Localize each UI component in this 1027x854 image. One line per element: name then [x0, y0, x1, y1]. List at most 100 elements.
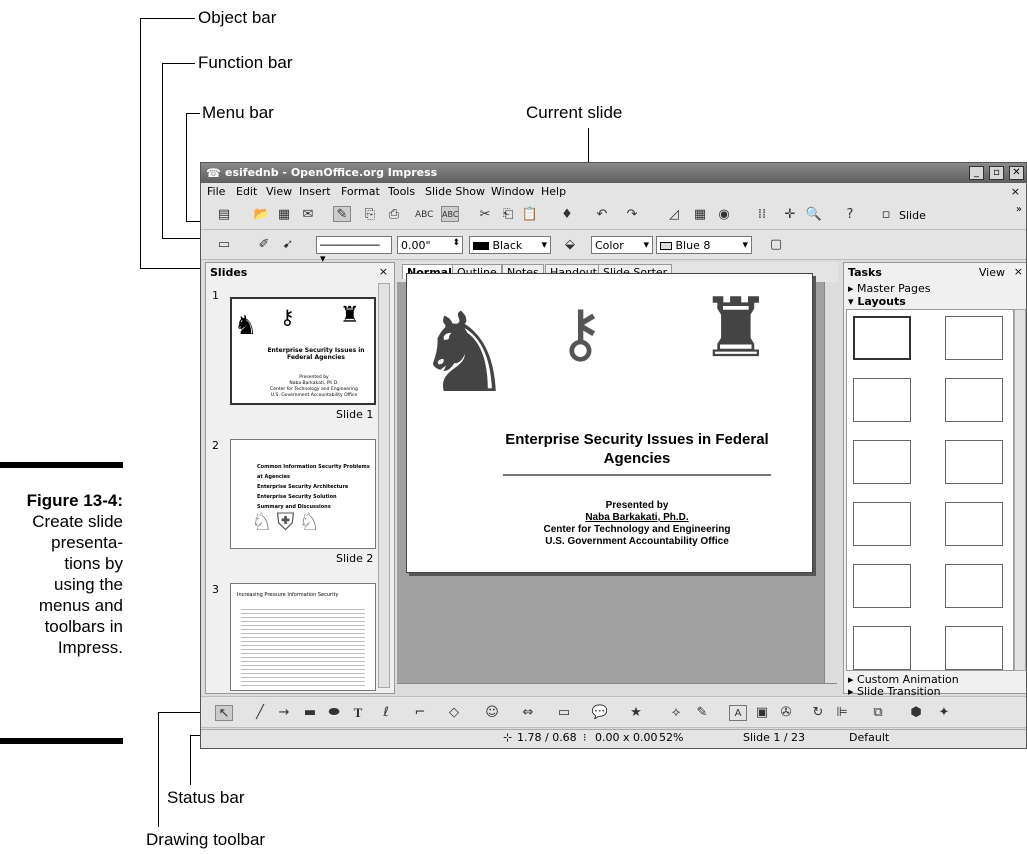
- close-icon[interactable]: ✕: [1009, 166, 1024, 180]
- points-icon[interactable]: ⟡: [667, 705, 685, 721]
- ellipse-icon[interactable]: ⬬: [325, 705, 343, 721]
- chart-icon[interactable]: ◿: [665, 207, 683, 223]
- menu-window[interactable]: Window: [491, 185, 534, 198]
- line-tool-icon[interactable]: ╱: [251, 705, 269, 721]
- menu-format[interactable]: Format: [341, 185, 380, 198]
- layout-centered-text[interactable]: [945, 440, 1003, 484]
- new-slide-icon[interactable]: ▫: [877, 207, 895, 223]
- layout-title-two-content[interactable]: [945, 378, 1003, 422]
- minimize-icon[interactable]: _: [969, 166, 984, 180]
- from-file-icon[interactable]: ▣: [753, 705, 771, 721]
- fill-color-select[interactable]: Blue 8 ▾: [656, 236, 752, 254]
- block-arrows-icon[interactable]: ⇔: [519, 705, 537, 721]
- close-document-icon[interactable]: ×: [1011, 185, 1020, 198]
- arrange-icon[interactable]: ⧉: [869, 705, 887, 721]
- menu-slide-show[interactable]: Slide Show: [425, 185, 485, 198]
- slides-pane-close-icon[interactable]: ×: [379, 265, 388, 278]
- helplines-icon[interactable]: ✛: [781, 207, 799, 223]
- menu-file[interactable]: File: [207, 185, 225, 198]
- paste-icon[interactable]: 📋: [521, 207, 539, 223]
- navigator-icon[interactable]: ◉: [715, 207, 733, 223]
- copy-icon[interactable]: ⎗: [499, 207, 517, 223]
- export-pdf-icon[interactable]: ⎘: [361, 207, 379, 223]
- extrusion-icon[interactable]: ✦: [935, 705, 953, 721]
- fontwork-icon[interactable]: A: [729, 705, 747, 721]
- toolbar-overflow-icon[interactable]: »: [1016, 204, 1022, 215]
- arrow-style-icon[interactable]: ➹: [279, 237, 297, 253]
- save-icon[interactable]: ▦: [275, 207, 293, 223]
- gallery-icon[interactable]: ✇: [777, 705, 795, 721]
- status-zoom[interactable]: 52%: [659, 731, 683, 744]
- glue-points-icon[interactable]: ✎: [693, 705, 711, 721]
- line-style-select[interactable]: ───────── ▾: [316, 236, 392, 265]
- undo-icon[interactable]: ↶: [593, 207, 611, 223]
- basic-shapes-icon[interactable]: ◇: [445, 705, 463, 721]
- layout-table[interactable]: [945, 502, 1003, 546]
- section-master-pages[interactable]: ▸ Master Pages: [848, 282, 930, 295]
- menu-view[interactable]: View: [266, 185, 292, 198]
- section-layouts[interactable]: ▾ Layouts: [848, 295, 906, 308]
- menu-edit[interactable]: Edit: [236, 185, 257, 198]
- current-slide[interactable]: ♞ ⚷ ♜ Enterprise Security Issues in Fede…: [406, 273, 813, 573]
- slides-scrollbar[interactable]: [378, 283, 390, 688]
- spellcheck-icon[interactable]: ABC: [415, 207, 433, 223]
- layout-text-clipart[interactable]: [853, 626, 911, 670]
- menu-tools[interactable]: Tools: [388, 185, 415, 198]
- fill-type-select[interactable]: Color ▾: [591, 236, 653, 254]
- tasks-pane-close-icon[interactable]: ×: [1014, 265, 1023, 278]
- autospellcheck-icon[interactable]: ABC: [441, 206, 459, 222]
- callouts-icon[interactable]: 💬: [591, 705, 609, 721]
- text-icon[interactable]: T: [349, 705, 367, 721]
- layout-title-only[interactable]: [853, 440, 911, 484]
- layout-title-slide[interactable]: [945, 316, 1003, 360]
- document-as-email-icon[interactable]: ✉: [299, 207, 317, 223]
- layout-chart[interactable]: [853, 502, 911, 546]
- area-icon[interactable]: ⬙: [561, 237, 579, 253]
- slide-thumbnail-3[interactable]: Increasing Pressure Information Security: [230, 583, 376, 691]
- tasks-view-menu[interactable]: View: [979, 266, 1005, 279]
- curve-icon[interactable]: ℓ: [377, 705, 395, 721]
- line-width-field[interactable]: 0.00" ⬍: [397, 236, 463, 254]
- layout-chart-text[interactable]: [945, 626, 1003, 670]
- menu-insert[interactable]: Insert: [299, 185, 331, 198]
- presenter-name: Naba Barkakati, Ph.D.: [585, 512, 689, 523]
- vertical-scrollbar[interactable]: [824, 282, 837, 696]
- layout-title-content[interactable]: [853, 378, 911, 422]
- layout-clipart-text[interactable]: [853, 564, 911, 608]
- line-icon[interactable]: ✐: [255, 237, 273, 253]
- grid-icon[interactable]: ⁞⁞: [753, 207, 771, 223]
- layout-text-chart[interactable]: [945, 564, 1003, 608]
- edit-file-icon[interactable]: ✎: [333, 206, 351, 222]
- clone-formatting-icon[interactable]: ♦: [558, 207, 576, 223]
- connector-icon[interactable]: ⌐: [411, 705, 429, 721]
- select-icon[interactable]: ↖: [215, 705, 233, 721]
- alignment-icon[interactable]: ⊫: [833, 705, 851, 721]
- layouts-scrollbar[interactable]: [1014, 309, 1026, 671]
- line-style-icon[interactable]: ▭: [215, 237, 233, 253]
- cut-icon[interactable]: ✂: [476, 207, 494, 223]
- slide-thumbnail-1[interactable]: ♞ ⚷ ♜ Enterprise Security Issues in Fede…: [230, 297, 376, 405]
- 3d-objects-icon[interactable]: ⬢: [907, 705, 925, 721]
- new-slide-button[interactable]: Slide: [899, 209, 926, 222]
- stars-icon[interactable]: ★: [627, 705, 645, 721]
- help-icon[interactable]: ?: [841, 207, 859, 223]
- slide-thumbnail-2[interactable]: Common Information Security Problems at …: [230, 439, 376, 549]
- print-icon[interactable]: ⎙: [385, 207, 403, 223]
- flowchart-icon[interactable]: ▭: [555, 705, 573, 721]
- new-icon[interactable]: ▤: [215, 207, 233, 223]
- maximize-icon[interactable]: ▫: [989, 166, 1004, 180]
- symbol-shapes-icon[interactable]: ☺: [483, 705, 501, 721]
- rotate-icon[interactable]: ↻: [809, 705, 827, 721]
- arrow-line-icon[interactable]: →: [275, 705, 293, 721]
- menu-help[interactable]: Help: [541, 185, 566, 198]
- horizontal-scrollbar[interactable]: [397, 683, 837, 696]
- line-color-select[interactable]: Black ▾: [469, 236, 551, 254]
- slides-pane: Slides × 1 ♞ ⚷ ♜ Enterprise Security Iss…: [205, 262, 395, 694]
- open-icon[interactable]: 📂: [253, 207, 271, 223]
- redo-icon[interactable]: ↷: [623, 207, 641, 223]
- table-icon[interactable]: ▦: [691, 207, 709, 223]
- zoom-icon[interactable]: 🔍: [805, 207, 823, 223]
- layout-blank[interactable]: [853, 316, 911, 360]
- rectangle-icon[interactable]: ▬: [301, 705, 319, 721]
- shadow-icon[interactable]: ▢: [767, 237, 785, 253]
